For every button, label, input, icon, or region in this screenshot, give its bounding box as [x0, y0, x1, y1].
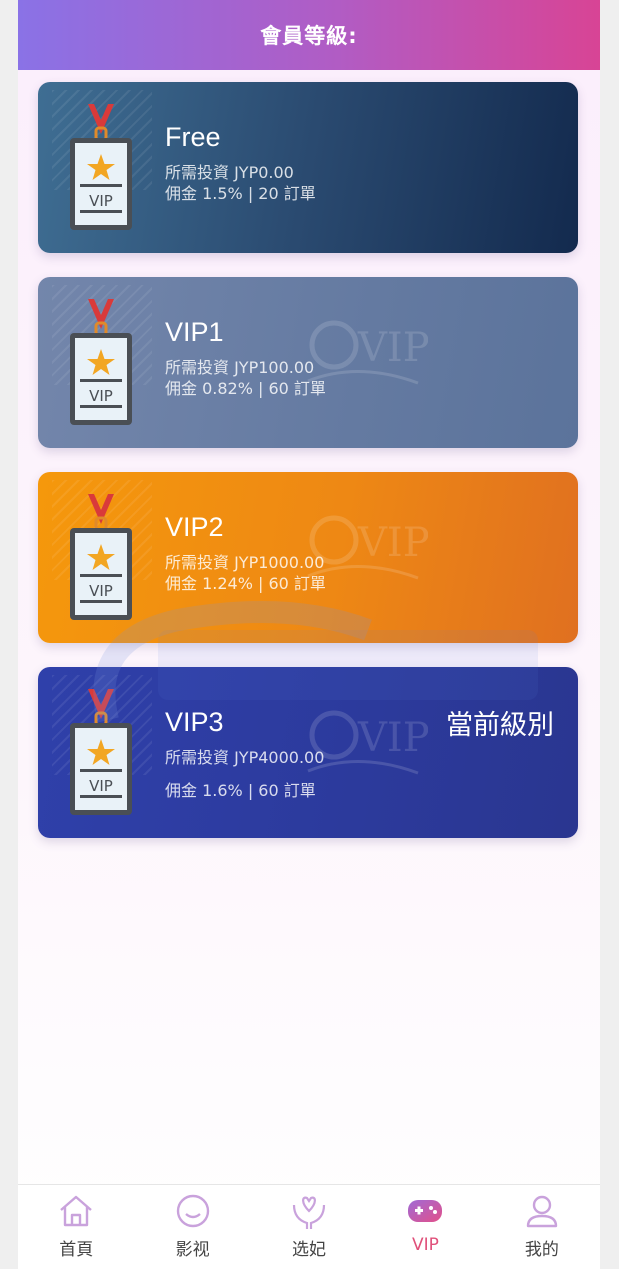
smile-icon	[176, 1194, 209, 1228]
svg-text:VIP: VIP	[89, 387, 113, 405]
tab-label: 选妃	[292, 1240, 327, 1260]
svg-text:VIP: VIP	[89, 777, 113, 795]
tab-label: VIP	[411, 1235, 439, 1255]
svg-text:VIP: VIP	[357, 325, 428, 371]
current-level-label: 當前級別	[446, 710, 554, 741]
level-card-vip3[interactable]: VIP VIP VIP3 當前級別 所需投資 JYP4000.00 佣金 1.6…	[38, 667, 578, 838]
tab-videos[interactable]: 影视	[134, 1185, 250, 1269]
tab-mine[interactable]: 我的	[484, 1185, 600, 1269]
level-commission: 佣金 1.6% | 60 訂單	[165, 781, 316, 800]
svg-text:VIP: VIP	[89, 192, 113, 210]
user-icon	[526, 1195, 558, 1228]
level-card-vip2[interactable]: VIP VIP VIP2 所需投資 JYP1000.00 佣金 1.24% | …	[38, 472, 578, 643]
vip-badge-icon: VIP	[66, 297, 136, 427]
page-title: 會員等級:	[260, 24, 358, 48]
tab-home[interactable]: 首頁	[18, 1185, 134, 1269]
home-icon	[60, 1195, 92, 1227]
tab-label: 影视	[175, 1240, 210, 1260]
level-name: VIP3	[165, 707, 224, 737]
svg-text:VIP: VIP	[357, 520, 428, 566]
tab-label: 首頁	[59, 1240, 94, 1260]
level-card-vip1[interactable]: VIP VIP VIP1 所需投資 JYP100.00 佣金 0.82% | 6…	[38, 277, 578, 448]
svg-text:VIP: VIP	[89, 582, 113, 600]
level-card-free[interactable]: VIP Free 所需投資 JYP0.00 佣金 1.5% | 20 訂單	[38, 82, 578, 253]
svg-text:VIP: VIP	[357, 715, 428, 761]
level-name: Free	[165, 122, 221, 152]
page-header: 會員等級:	[18, 0, 600, 70]
tab-vip[interactable]: VIP	[367, 1185, 483, 1269]
gamepad-icon	[408, 1200, 443, 1222]
vip-badge-icon: VIP	[66, 102, 136, 232]
tab-label: 我的	[524, 1240, 559, 1260]
vip-page: 會員等級: VIP Free 所需投資 JYP0.00 佣金 1.5% | 20…	[18, 0, 600, 1269]
level-commission: 佣金 0.82% | 60 訂單	[165, 379, 326, 398]
level-commission: 佣金 1.5% | 20 訂單	[165, 184, 316, 203]
heart-hands-icon	[292, 1196, 326, 1229]
level-name: VIP2	[165, 512, 224, 542]
level-name: VIP1	[165, 317, 224, 347]
vip-badge-icon: VIP	[66, 492, 136, 622]
vip-badge-icon: VIP	[66, 687, 136, 817]
bottom-tab-bar: 首頁 影视 选妃 VIP 我的	[18, 1184, 600, 1269]
level-commission: 佣金 1.24% | 60 訂單	[165, 574, 326, 593]
tab-select[interactable]: 选妃	[251, 1185, 367, 1269]
level-investment: 所需投資 JYP4000.00	[165, 748, 325, 767]
